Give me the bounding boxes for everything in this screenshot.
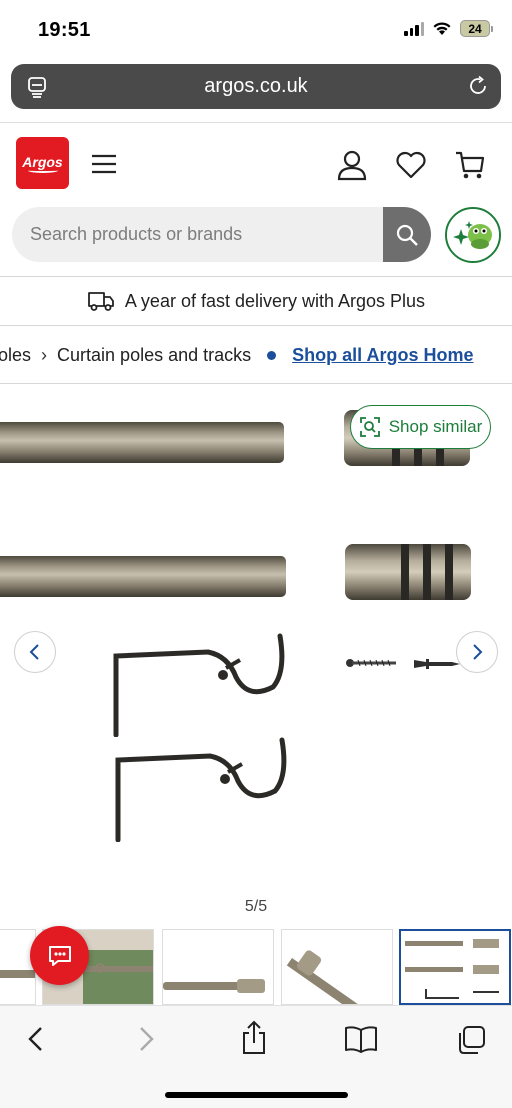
battery-level: 24 xyxy=(468,21,482,36)
argos-logo[interactable]: Argos xyxy=(16,137,69,189)
gallery-page-counter: 5/5 xyxy=(244,898,268,915)
site-header: Argos xyxy=(0,122,512,204)
breadcrumb-separator-icon: › xyxy=(41,345,48,365)
thumbnail-3[interactable] xyxy=(162,929,274,1005)
thumbnail-1[interactable] xyxy=(0,929,36,1005)
back-icon[interactable] xyxy=(24,1024,48,1054)
reload-icon[interactable] xyxy=(467,75,489,97)
thumbnail-5-active[interactable] xyxy=(399,929,511,1005)
curtain-pole-image xyxy=(0,422,284,463)
wall-plug-image xyxy=(414,659,460,669)
signal-icon xyxy=(404,21,424,36)
status-time: 19:51 xyxy=(38,19,91,41)
bracket-image xyxy=(115,737,287,842)
ai-assistant-icon xyxy=(447,209,499,261)
bookmarks-icon[interactable] xyxy=(344,1024,378,1054)
gallery-prev-button[interactable] xyxy=(14,631,56,673)
search-icon xyxy=(396,224,418,246)
shop-similar-label: Shop similar xyxy=(388,417,483,436)
tabs-overview-icon[interactable] xyxy=(455,1024,487,1056)
search-row xyxy=(12,207,502,263)
heart-icon[interactable] xyxy=(395,149,427,181)
breadcrumb-item-poles[interactable]: oles xyxy=(0,345,31,366)
status-bar: 19:51 24 xyxy=(0,0,512,60)
curtain-pole-image xyxy=(0,556,286,597)
search-button[interactable] xyxy=(383,207,431,262)
status-icons: 24 xyxy=(404,20,493,37)
url-text[interactable]: argos.co.uk xyxy=(11,75,501,98)
screw-image xyxy=(346,659,396,667)
shop-similar-button[interactable]: Shop similar xyxy=(350,405,491,449)
visual-search-icon xyxy=(359,417,380,437)
search-input[interactable] xyxy=(12,207,384,262)
address-bar[interactable]: argos.co.uk xyxy=(11,64,501,109)
forward-icon[interactable] xyxy=(134,1024,158,1054)
bullet-dot xyxy=(267,351,277,360)
chat-icon xyxy=(48,945,71,966)
thumbnail-4[interactable] xyxy=(281,929,393,1005)
menu-icon[interactable] xyxy=(91,153,117,175)
chat-button[interactable] xyxy=(30,926,89,985)
delivery-promo-banner[interactable]: A year of fast delivery with Argos Plus xyxy=(0,276,512,326)
bracket-image xyxy=(113,633,285,737)
share-icon[interactable] xyxy=(240,1020,268,1056)
account-icon[interactable] xyxy=(336,149,368,181)
home-indicator xyxy=(165,1092,348,1098)
breadcrumb: oles › Curtain poles and tracks Shop all… xyxy=(0,326,512,384)
product-image-gallery[interactable]: Shop similar 5/5 xyxy=(0,386,512,921)
breadcrumb-item-curtain-poles[interactable]: Curtain poles and tracks xyxy=(57,345,251,366)
ai-assistant-button[interactable] xyxy=(445,207,501,263)
finial-image xyxy=(345,544,471,600)
gallery-next-button[interactable] xyxy=(456,631,498,673)
shop-all-link[interactable]: Shop all Argos Home xyxy=(292,345,473,366)
promo-text: A year of fast delivery with Argos Plus xyxy=(124,290,426,311)
chevron-right-icon xyxy=(473,644,483,660)
chevron-left-icon xyxy=(29,644,39,660)
wifi-icon xyxy=(433,22,451,35)
van-icon xyxy=(88,292,114,311)
battery-icon: 24 xyxy=(460,20,493,37)
trolley-icon[interactable] xyxy=(454,149,486,181)
